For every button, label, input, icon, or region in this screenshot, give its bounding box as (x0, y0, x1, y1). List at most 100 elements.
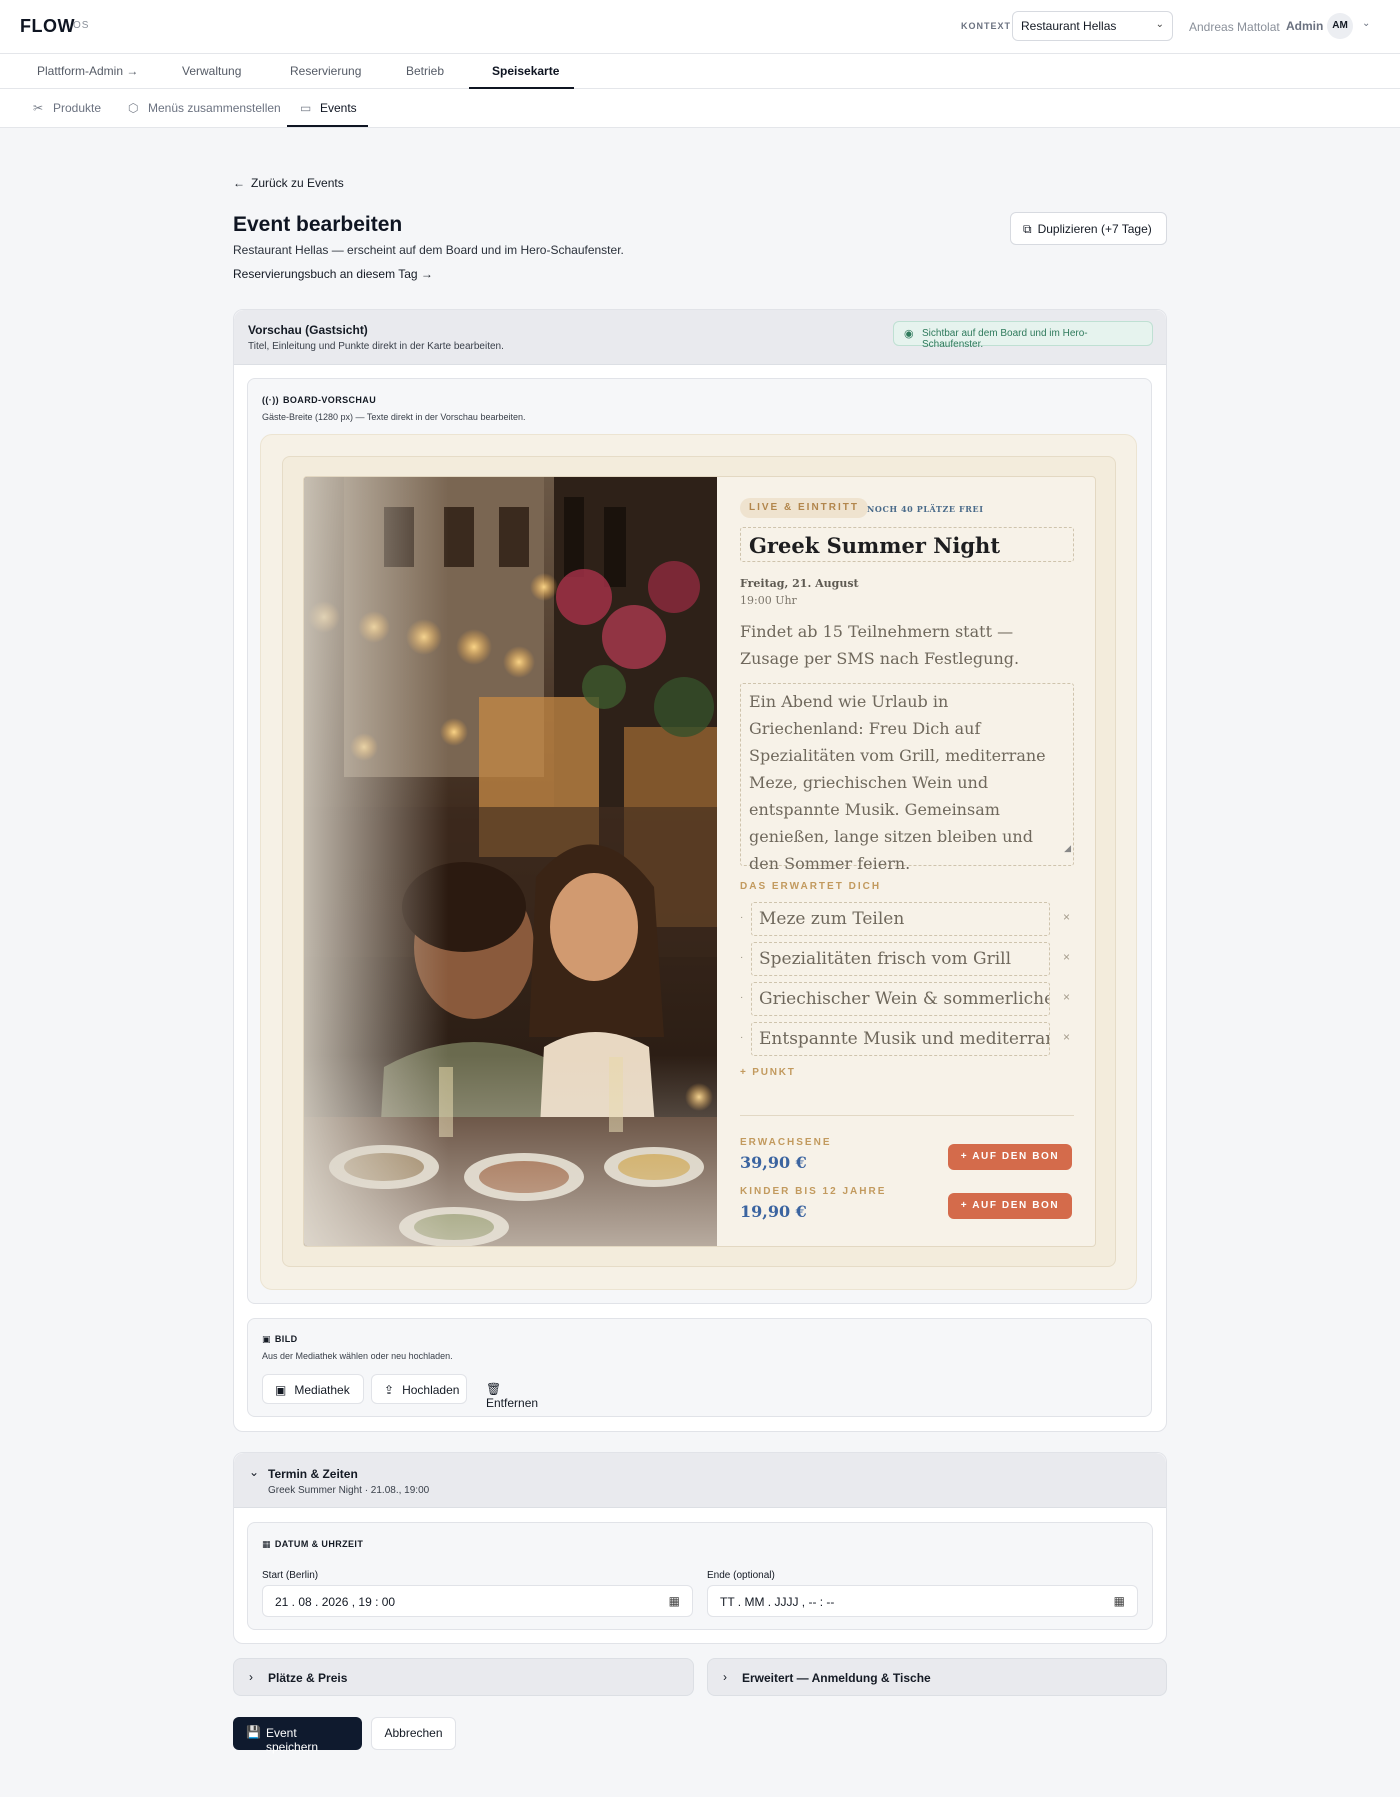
price-label-adults: ERWACHSENE (740, 1137, 832, 1148)
calendar-icon: ▦ (262, 1539, 271, 1549)
remove-item-icon[interactable]: × (1063, 910, 1070, 924)
remove-item-icon[interactable]: × (1063, 950, 1070, 964)
image-head: ▣ BILD (262, 1334, 298, 1345)
back-link-label: Zurück zu Events (251, 176, 344, 190)
schedule-section-header[interactable]: ⌄ Termin & Zeiten Greek Summer Night · 2… (234, 1453, 1166, 1508)
tab-verwaltung[interactable]: Verwaltung (182, 64, 241, 78)
utensils-icon: ✂ (33, 101, 44, 115)
cancel-button[interactable]: Abbrechen (371, 1717, 456, 1750)
save-icon: 💾 (246, 1725, 261, 1739)
schedule-title: Termin & Zeiten (268, 1467, 358, 1481)
preview-section-header: Vorschau (Gastsicht) Titel, Einleitung u… (234, 310, 1166, 365)
expect-item-field[interactable]: Meze zum Teilen (751, 902, 1050, 936)
tab-plattform-admin[interactable]: Plattform-Admin → (37, 64, 138, 78)
advanced-section[interactable]: › Erweitert — Anmeldung & Tische (707, 1658, 1167, 1696)
context-select-value: Restaurant Hellas (1021, 19, 1117, 33)
chevron-right-icon: › (249, 1670, 253, 1684)
main-tabs: Plattform-Admin → Verwaltung Reservierun… (0, 54, 1400, 89)
upload-button[interactable]: ⇪ Hochladen (371, 1374, 467, 1404)
list-item: · Entspannte Musik und mediterrane . × (740, 1022, 1074, 1056)
start-datetime-value: 21 . 08 . 2026 , 19 : 00 (275, 1595, 396, 1609)
bullet-icon: · (740, 992, 744, 1003)
datetime-card: ▦ DATUM & UHRZEIT Start (Berlin) 21 . 08 … (247, 1522, 1153, 1630)
event-photo-image (304, 477, 717, 1246)
price-value-children: 19,90 € (740, 1202, 807, 1221)
list-item: · Griechischer Wein & sommerliche D × (740, 982, 1074, 1016)
subtab-produkte[interactable]: ✂ Produkte (33, 101, 101, 115)
image-sub: Aus der Mediathek wählen oder neu hochla… (262, 1351, 453, 1361)
avatar[interactable]: AM (1327, 13, 1353, 39)
start-label: Start (Berlin) (262, 1570, 319, 1581)
resize-handle-icon[interactable]: ◢ (1064, 836, 1071, 863)
subtab-events-label: Events (320, 101, 357, 115)
board-preview-head-label: BOARD-VORSCHAU (283, 395, 377, 405)
duplicate-button[interactable]: ⧉ Duplizieren (+7 Tage) (1010, 212, 1167, 245)
save-event-button[interactable]: 💾 Event speichern (233, 1717, 362, 1754)
expect-item-field[interactable]: Entspannte Musik und mediterrane . (751, 1022, 1050, 1056)
visibility-badge-label: Sichtbar auf dem Board und im Hero-Schau… (922, 328, 1088, 350)
event-card: LIVE & EINTRITT NOCH 40 PLÄTZE FREI Gree… (303, 476, 1096, 1247)
tab-reservierung[interactable]: Reservierung (290, 64, 361, 78)
subtab-menues[interactable]: ⬡ Menüs zusammenstellen (128, 101, 281, 115)
add-to-bon-button-children[interactable]: + AUF DEN BON (948, 1193, 1072, 1219)
copy-icon: ⧉ (1023, 222, 1032, 236)
user-menu-chevron-icon[interactable]: ⌄ (1362, 18, 1370, 29)
seats-price-section[interactable]: › Plätze & Preis (233, 1658, 694, 1696)
board-preview-head: ((·)) BOARD-VORSCHAU (262, 395, 376, 405)
eye-icon: ◉ (904, 328, 914, 340)
user-role: Admin (1286, 19, 1324, 33)
add-to-bon-button-adults[interactable]: + AUF DEN BON (948, 1144, 1072, 1170)
trash-icon: 🗑 (486, 1382, 502, 1396)
back-to-events-link[interactable]: ← Zurück zu Events (233, 176, 344, 190)
add-point-button[interactable]: + PUNKT (740, 1067, 796, 1078)
subtab-produkte-label: Produkte (53, 101, 102, 115)
remove-image-label: Entfernen (486, 1396, 539, 1410)
user-name: Andreas Mattolat (1189, 20, 1280, 34)
remove-item-icon[interactable]: × (1063, 990, 1070, 1004)
event-title-field[interactable]: Greek Summer Night (740, 527, 1074, 562)
subtab-events[interactable]: ▭ Events (300, 101, 357, 115)
start-datetime-input[interactable]: 21 . 08 . 2026 , 19 : 00 ▦ (262, 1585, 693, 1617)
page-subtitle: Restaurant Hellas — erscheint auf dem Bo… (233, 243, 624, 257)
image-icon: ▣ (275, 1383, 287, 1397)
event-note: Findet ab 15 Teilnehmern statt — Zusage … (740, 622, 1020, 668)
remove-item-icon[interactable]: × (1063, 1030, 1070, 1044)
calendar-icon[interactable]: ▦ (1114, 1594, 1125, 1608)
visibility-badge: ◉ Sichtbar auf dem Board und im Hero-Scha… (893, 321, 1153, 350)
remove-image-button[interactable]: 🗑Entfernen (474, 1374, 570, 1410)
chevron-down-icon: ⌄ (249, 1465, 260, 1479)
end-datetime-input[interactable]: TT . MM . JJJJ , -- : -- ▦ (707, 1585, 1138, 1617)
expect-item-field[interactable]: Spezialitäten frisch vom Grill (751, 942, 1050, 976)
bullet-icon: · (740, 952, 744, 963)
calendar-icon[interactable]: ▦ (669, 1594, 680, 1608)
datetime-head: ▦ DATUM & UHRZEIT (262, 1539, 363, 1550)
chevron-down-icon: ⌄ (1155, 19, 1164, 30)
expect-item-field[interactable]: Griechischer Wein & sommerliche D (751, 982, 1050, 1016)
schedule-section: ⌄ Termin & Zeiten Greek Summer Night · 2… (233, 1452, 1167, 1644)
sub-tabs: ✂ Produkte ⬡ Menüs zusammenstellen ▭ Events (0, 89, 1400, 128)
bullet-icon: · (740, 1032, 744, 1043)
price-value-adults: 39,90 € (740, 1153, 807, 1172)
arrow-left-icon: ← (233, 176, 245, 190)
context-select[interactable]: Restaurant Hellas ⌄ (1012, 11, 1173, 41)
tab-speisekarte[interactable]: Speisekarte (492, 64, 559, 78)
event-photo (304, 477, 717, 1246)
event-description-text: Ein Abend wie Urlaub in Griechenland: Fr… (749, 692, 1046, 873)
subtab-menues-label: Menüs zusammenstellen (148, 101, 281, 115)
list-item: · Spezialitäten frisch vom Grill × (740, 942, 1074, 976)
box-icon: ⬡ (128, 101, 139, 115)
context-label: KONTEXT (961, 21, 1012, 31)
active-subtab-indicator (287, 125, 368, 127)
price-divider (740, 1115, 1074, 1116)
media-library-label: Mediathek (294, 1383, 350, 1397)
event-description-field[interactable]: Ein Abend wie Urlaub in Griechenland: Fr… (740, 683, 1074, 873)
tab-betrieb[interactable]: Betrieb (406, 64, 444, 78)
duplicate-button-label: Duplizieren (+7 Tage) (1037, 222, 1152, 236)
app-logo[interactable]: FLOW (20, 16, 75, 37)
reservation-book-link[interactable]: Reservierungsbuch an diesem Tag → (233, 267, 433, 281)
event-date: Freitag, 21. August (740, 577, 859, 590)
media-library-button[interactable]: ▣ Mediathek (262, 1374, 364, 1404)
preview-title: Vorschau (Gastsicht) (248, 323, 368, 337)
image-head-label: BILD (274, 1334, 298, 1344)
board-preview-sub: Gäste-Breite (1280 px) — Texte direkt in… (262, 412, 526, 422)
